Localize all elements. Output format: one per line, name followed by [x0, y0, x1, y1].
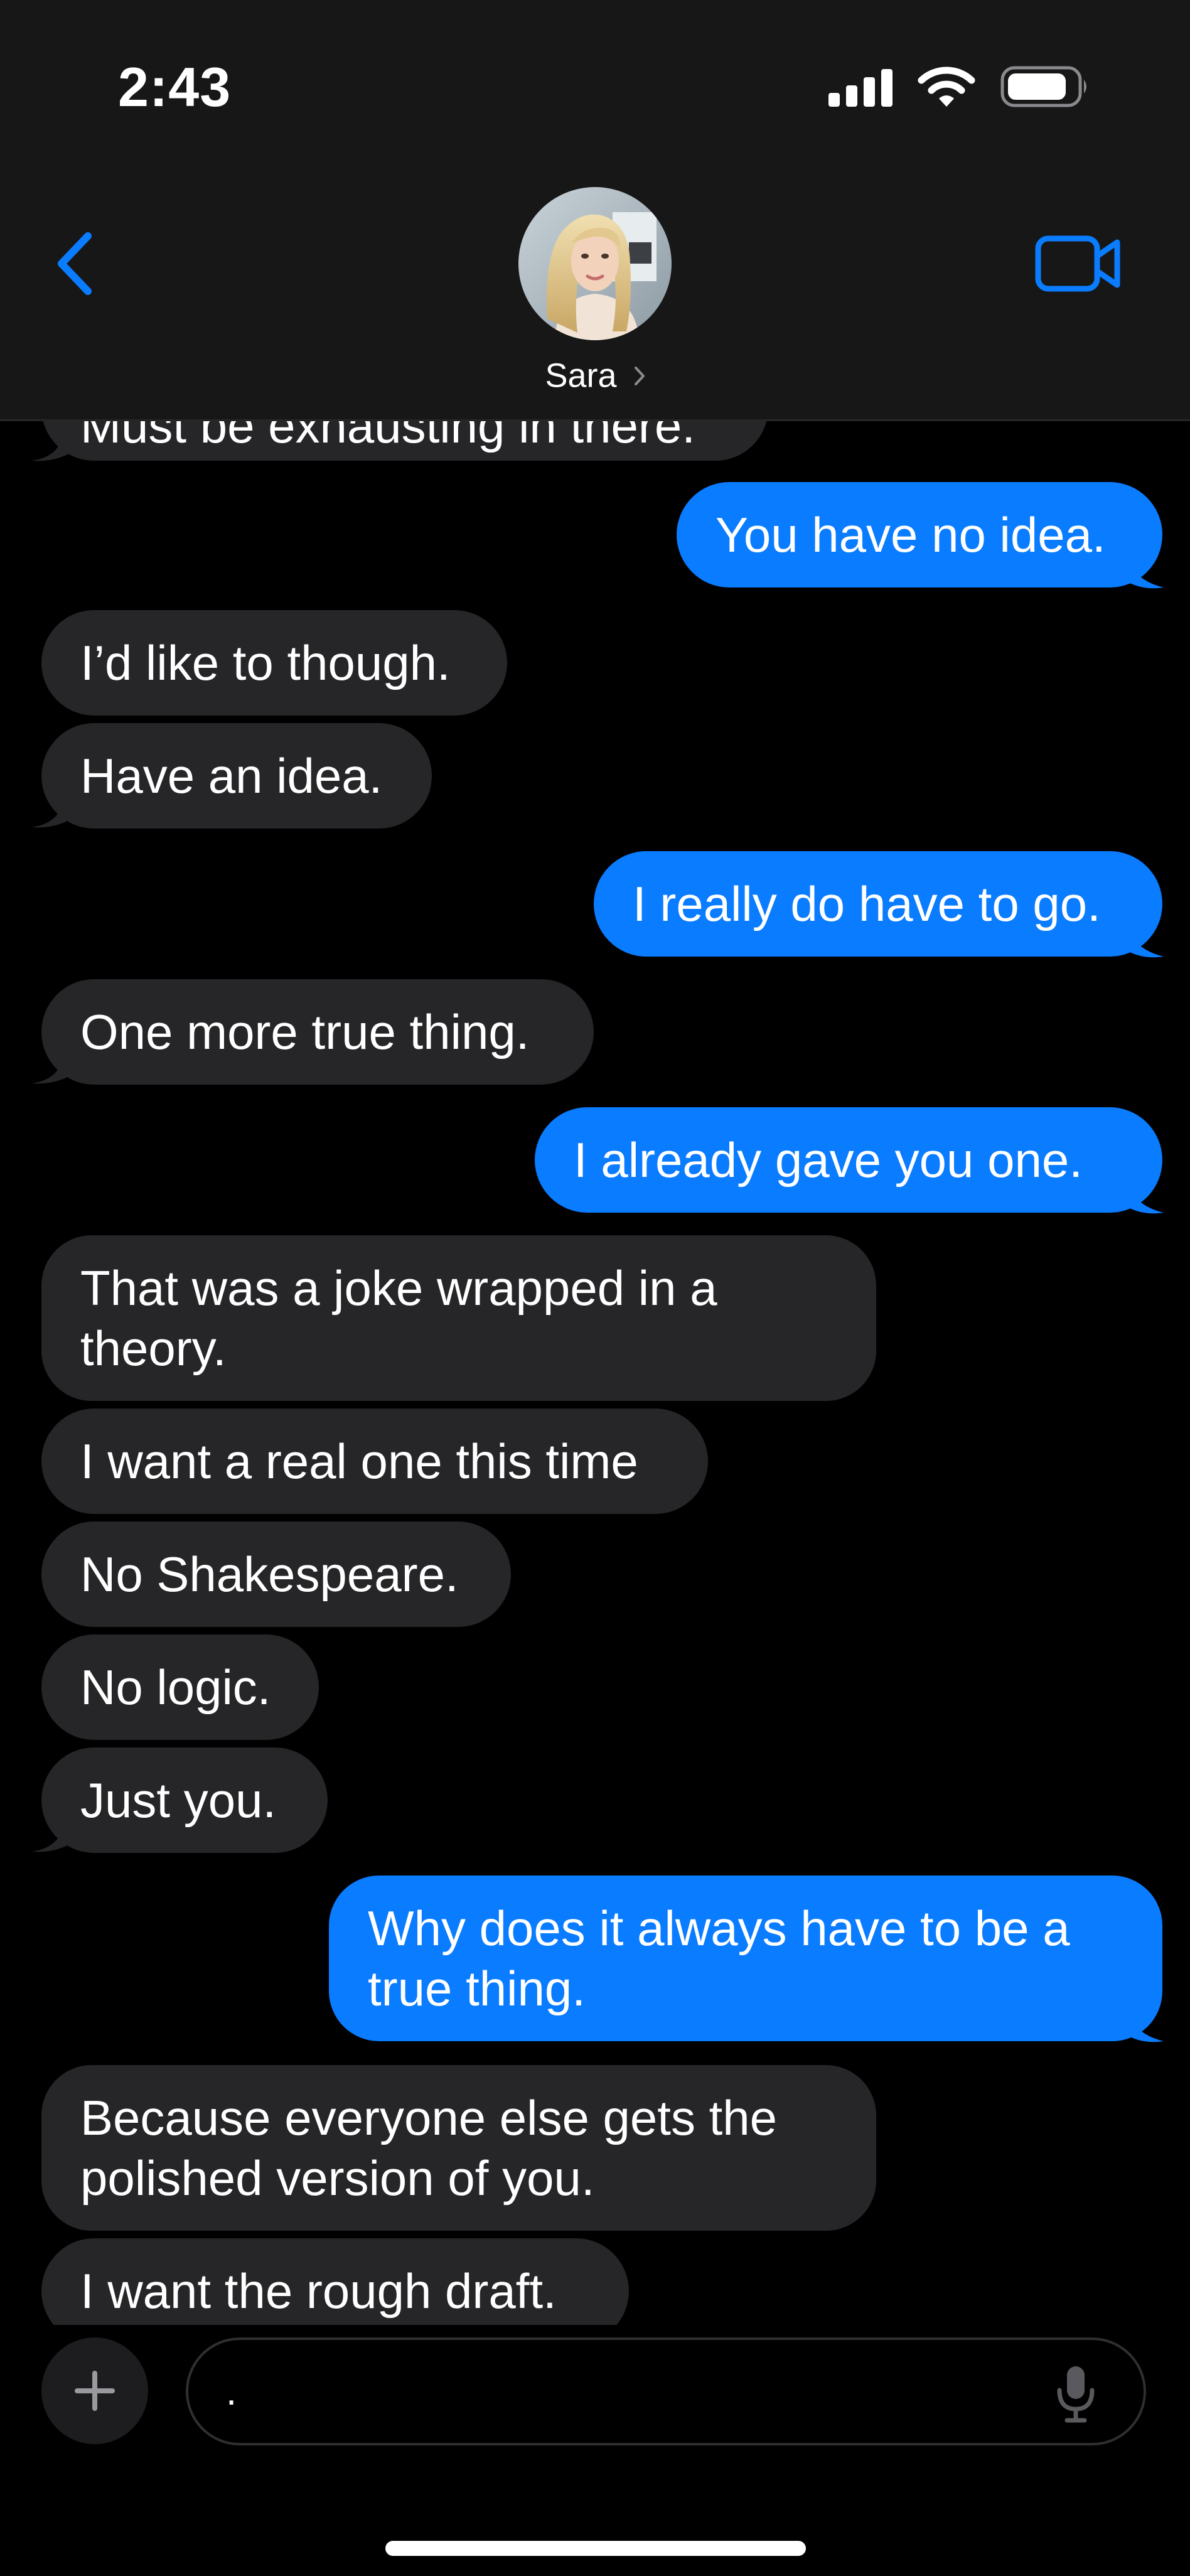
bubble-tail: [31, 431, 75, 461]
message-text: Why does it always have to be a true thi…: [368, 1901, 1070, 2016]
message-bubble-incoming[interactable]: Have an idea.: [41, 723, 432, 829]
bubble-tail: [1128, 924, 1164, 958]
bubble-tail: [1128, 1180, 1164, 1214]
message-text: Have an idea.: [80, 748, 383, 803]
bubble-tail: [31, 797, 75, 828]
message-bubble-incoming[interactable]: That was a joke wrapped in a theory.: [41, 1235, 876, 1401]
message-text: No Shakespeare.: [80, 1547, 459, 1602]
message-composer: [0, 2325, 1190, 2576]
message-bubble-incoming[interactable]: No logic.: [41, 1634, 319, 1740]
message-text: That was a joke wrapped in a theory.: [80, 1260, 717, 1376]
back-button[interactable]: [44, 226, 107, 301]
bubble-tail: [1128, 555, 1164, 589]
message-bubble-outgoing[interactable]: I already gave you one.: [535, 1107, 1162, 1213]
bubble-tail: [31, 1053, 75, 1084]
avatar-photo: [518, 187, 672, 340]
message-text: Because everyone else gets the polished …: [80, 2090, 778, 2206]
message-bubble-incoming[interactable]: Because everyone else gets the polished …: [41, 2065, 876, 2231]
message-text: I want a real one this time: [80, 1434, 638, 1489]
apps-plus-button[interactable]: [41, 2337, 148, 2444]
bubble-tail: [31, 1822, 75, 1852]
message-bubble-outgoing[interactable]: You have no idea.: [677, 482, 1162, 588]
message-bubble-incoming[interactable]: I’d like to though.: [41, 610, 507, 716]
facetime-video-button[interactable]: [1034, 232, 1122, 295]
message-bubble-outgoing[interactable]: Why does it always have to be a true thi…: [329, 1876, 1162, 2041]
message-text: I really do have to go.: [633, 876, 1101, 931]
microphone-icon: [1057, 2366, 1095, 2423]
chevron-left-icon: [58, 232, 92, 295]
chevron-right-icon: [634, 366, 645, 385]
dictation-button[interactable]: [1044, 2363, 1107, 2425]
cellular-signal-icon: [828, 67, 893, 107]
message-text: You have no idea.: [716, 507, 1106, 562]
video-camera-icon: [1035, 235, 1120, 292]
status-time: 2:43: [118, 56, 232, 118]
plus-icon: [75, 2371, 115, 2411]
message-bubble-incoming[interactable]: One more true thing.: [41, 979, 594, 1085]
contact-avatar[interactable]: [518, 187, 672, 340]
message-text: Just you.: [80, 1773, 277, 1828]
message-text: I already gave you one.: [574, 1132, 1083, 1188]
message-bubble-incoming[interactable]: I want the rough draft.: [41, 2238, 629, 2325]
message-text: One more true thing.: [80, 1004, 530, 1060]
contact-name: Sara: [545, 357, 617, 395]
status-icons: [828, 65, 1090, 108]
message-bubble-outgoing[interactable]: I really do have to go.: [594, 851, 1162, 957]
message-text: I’d like to though.: [80, 635, 451, 690]
message-bubble-incoming[interactable]: I want a real one this time: [41, 1409, 708, 1514]
message-bubble-incoming[interactable]: Just you.: [41, 1747, 328, 1853]
message-text: I want the rough draft.: [80, 2263, 557, 2319]
conversation-header: 2:43 Sara: [0, 0, 1190, 421]
message-text: No logic.: [80, 1660, 271, 1715]
contact-name-button[interactable]: Sara: [0, 354, 1190, 395]
battery-icon: [1000, 66, 1086, 107]
home-indicator[interactable]: [385, 2541, 806, 2556]
message-bubble-incoming[interactable]: No Shakespeare.: [41, 1521, 511, 1627]
message-input[interactable]: [186, 2337, 1146, 2445]
wifi-icon: [918, 67, 975, 107]
bubble-tail: [1128, 2009, 1164, 2042]
